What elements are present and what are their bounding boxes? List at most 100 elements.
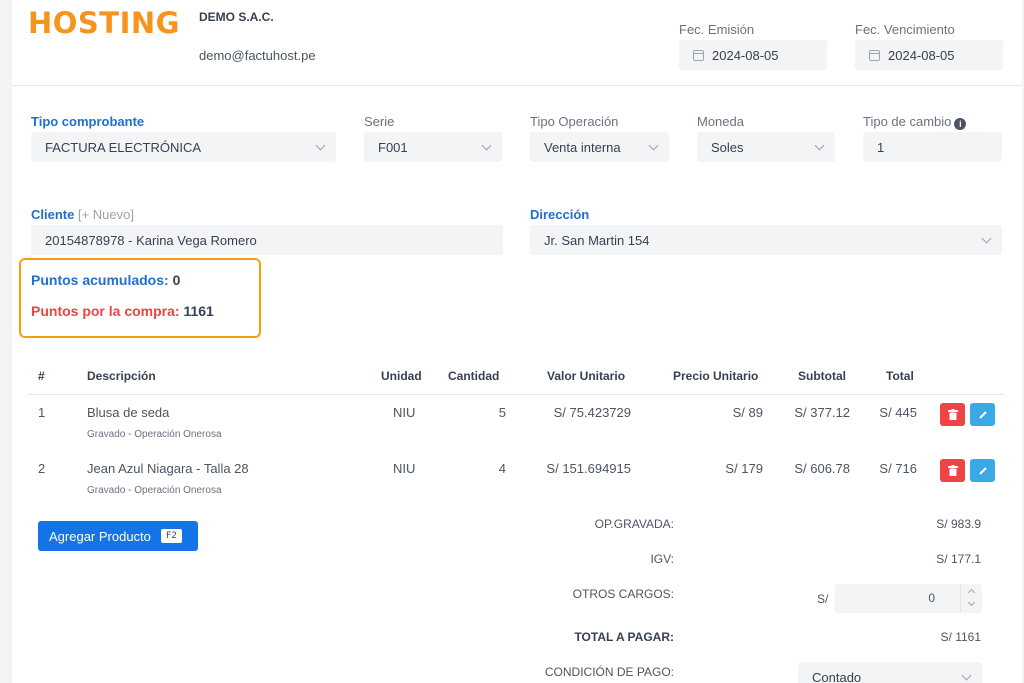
edit-row-1-button[interactable] bbox=[970, 403, 995, 426]
condicion-pago-label: CONDICIÓN DE PAGO: bbox=[544, 665, 674, 679]
row-2-cantidad: 4 bbox=[498, 461, 506, 476]
trash-icon bbox=[947, 409, 958, 420]
row-1-total: S/ 445 bbox=[879, 405, 917, 420]
moneda-select[interactable]: Soles bbox=[697, 132, 835, 162]
puntos-acumulados: Puntos acumulados: 0 bbox=[31, 272, 180, 288]
info-icon[interactable]: i bbox=[954, 118, 967, 130]
col-header-num: # bbox=[38, 369, 45, 383]
col-header-unidad: Unidad bbox=[381, 369, 422, 383]
otros-cargos-label: OTROS CARGOS: bbox=[572, 587, 674, 601]
otros-cargos-input[interactable]: 0 bbox=[835, 584, 982, 613]
points-box bbox=[19, 258, 261, 338]
col-header-subtotal: Subtotal bbox=[798, 369, 846, 383]
tipo-cambio-value: 1 bbox=[877, 139, 885, 155]
igv-label: IGV: bbox=[650, 552, 674, 566]
chevron-down-icon bbox=[981, 233, 992, 244]
tipo-comprobante-select[interactable]: FACTURA ELECTRÓNICA bbox=[31, 132, 336, 162]
col-header-descripcion: Descripción bbox=[87, 369, 156, 383]
cliente-label: Cliente [+ Nuevo] bbox=[31, 207, 134, 223]
moneda-value: Soles bbox=[711, 139, 744, 155]
condicion-pago-value: Contado bbox=[812, 669, 862, 683]
total-pagar-label: TOTAL A PAGAR: bbox=[574, 630, 674, 644]
col-header-valor-unitario: Valor Unitario bbox=[547, 369, 626, 383]
pencil-icon bbox=[978, 410, 987, 419]
puntos-acumulados-value: 0 bbox=[172, 272, 181, 288]
delete-row-1-button[interactable] bbox=[940, 403, 965, 426]
company-name: DEMO S.A.C. bbox=[199, 10, 274, 24]
calendar-icon bbox=[693, 49, 704, 61]
total-pagar-value: S/ 1161 bbox=[940, 630, 981, 644]
add-product-label: Agregar Producto bbox=[49, 528, 151, 544]
shortcut-badge: F2 bbox=[160, 529, 182, 543]
serie-value: F001 bbox=[378, 139, 408, 155]
gravada-value: S/ 983.9 bbox=[936, 517, 981, 531]
company-email: demo@factuhost.pe bbox=[199, 48, 316, 63]
gravada-label: OP.GRAVADA: bbox=[594, 517, 674, 531]
row-2-total: S/ 716 bbox=[879, 461, 917, 476]
igv-value: S/ 177.1 bbox=[936, 552, 981, 566]
moneda-label: Moneda bbox=[697, 114, 744, 129]
puntos-compra: Puntos por la compra: 1161 bbox=[31, 303, 214, 319]
table-header-divider bbox=[28, 394, 1004, 395]
tipo-cambio-input[interactable]: 1 bbox=[863, 132, 1002, 162]
row-1-cantidad: 5 bbox=[498, 405, 506, 420]
row-2-subtotal: S/ 606.78 bbox=[794, 461, 850, 476]
otros-currency: S/ bbox=[817, 592, 829, 606]
header-divider bbox=[12, 85, 1022, 86]
row-2-valor-unitario: S/ 151.694915 bbox=[546, 461, 631, 476]
add-product-button[interactable]: Agregar Producto F2 bbox=[38, 521, 198, 551]
col-header-total: Total bbox=[886, 369, 914, 383]
tipo-operacion-select[interactable]: Venta interna bbox=[530, 132, 669, 162]
brand-logo: HOSTING bbox=[28, 6, 180, 40]
cliente-input[interactable]: 20154878978 - Karina Vega Romero bbox=[31, 225, 503, 255]
row-1-tax-note: Gravado - Operación Onerosa bbox=[87, 429, 222, 440]
tipo-comprobante-label: Tipo comprobante bbox=[31, 114, 145, 129]
condicion-pago-select[interactable]: Contado bbox=[798, 662, 982, 683]
col-header-precio-unitario: Precio Unitario bbox=[673, 369, 759, 383]
chevron-down-icon bbox=[814, 140, 825, 151]
calendar-icon bbox=[869, 49, 880, 61]
otros-cargos-value: 0 bbox=[928, 591, 935, 605]
row-1-valor-unitario: S/ 75.423729 bbox=[553, 405, 631, 420]
chevron-down-icon bbox=[315, 140, 326, 151]
row-2-num: 2 bbox=[38, 461, 46, 476]
vencimiento-date-field[interactable]: 2024-08-05 bbox=[855, 40, 1003, 70]
row-1-description: Blusa de seda bbox=[87, 405, 170, 420]
chevron-down-icon bbox=[961, 670, 972, 681]
direccion-label: Dirección bbox=[530, 207, 590, 222]
serie-select[interactable]: F001 bbox=[364, 132, 502, 162]
row-1-unidad: NIU bbox=[393, 405, 416, 420]
serie-label: Serie bbox=[364, 114, 395, 129]
cliente-label-text: Cliente bbox=[31, 207, 75, 222]
puntos-acumulados-label: Puntos acumulados: bbox=[31, 272, 169, 288]
vencimiento-label: Fec. Vencimiento bbox=[855, 22, 955, 37]
row-2-description: Jean Azul Niagara - Talla 28 bbox=[87, 461, 249, 476]
cliente-value: 20154878978 - Karina Vega Romero bbox=[45, 232, 257, 248]
edit-row-2-button[interactable] bbox=[970, 459, 995, 482]
number-stepper[interactable] bbox=[960, 584, 982, 613]
tipo-cambio-label: Tipo de cambio i bbox=[863, 114, 967, 130]
emision-date-value: 2024-08-05 bbox=[712, 47, 779, 63]
col-header-cantidad: Cantidad bbox=[448, 369, 500, 383]
direccion-select[interactable]: Jr. San Martin 154 bbox=[530, 225, 1002, 255]
emision-date-field[interactable]: 2024-08-05 bbox=[679, 40, 827, 70]
invoice-card bbox=[12, 0, 1022, 683]
row-1-num: 1 bbox=[38, 405, 46, 420]
delete-row-2-button[interactable] bbox=[940, 459, 965, 482]
direccion-value: Jr. San Martin 154 bbox=[544, 232, 650, 248]
tipo-operacion-value: Venta interna bbox=[544, 139, 621, 155]
row-1-subtotal: S/ 377.12 bbox=[794, 405, 850, 420]
puntos-compra-value: 1161 bbox=[183, 303, 214, 319]
tipo-comprobante-value: FACTURA ELECTRÓNICA bbox=[45, 139, 202, 155]
tipo-cambio-label-text: Tipo de cambio bbox=[863, 114, 952, 129]
nuevo-cliente-link[interactable]: [+ Nuevo] bbox=[78, 207, 134, 222]
trash-icon bbox=[947, 465, 958, 476]
emision-label: Fec. Emisión bbox=[679, 22, 755, 37]
row-1-precio-unitario: S/ 89 bbox=[732, 405, 763, 420]
chevron-up-icon[interactable] bbox=[967, 588, 976, 597]
chevron-down-icon bbox=[648, 140, 659, 151]
tipo-operacion-label: Tipo Operación bbox=[530, 114, 619, 129]
vencimiento-date-value: 2024-08-05 bbox=[888, 47, 955, 63]
row-2-precio-unitario: S/ 179 bbox=[725, 461, 763, 476]
chevron-down-icon[interactable] bbox=[967, 598, 976, 607]
